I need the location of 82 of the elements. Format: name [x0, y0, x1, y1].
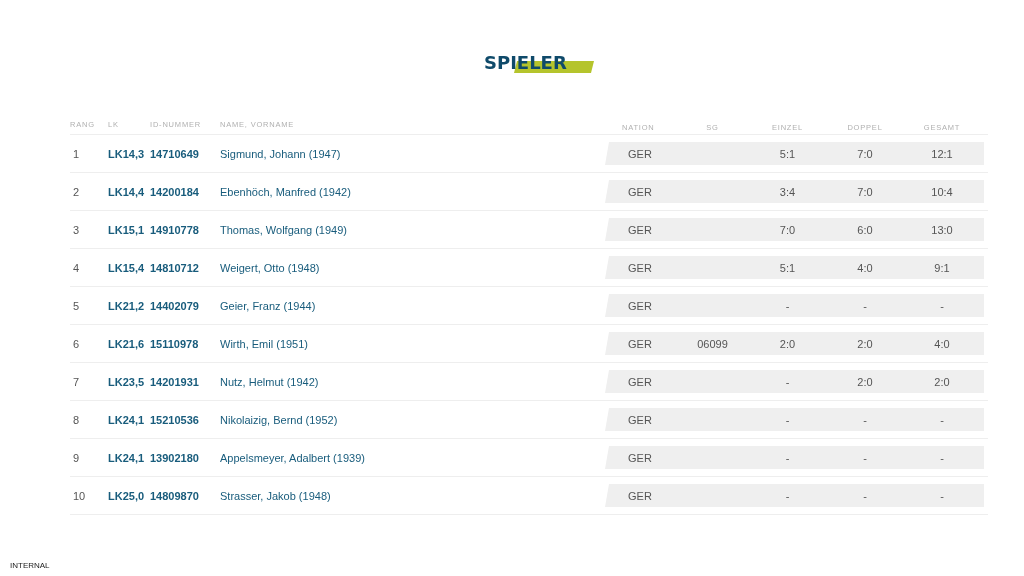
player-name-link[interactable]: Nikolaizig, Bernd (1952)	[220, 413, 605, 426]
nation-cell-text: GER	[627, 299, 653, 312]
id-cell-text: 14710649	[150, 147, 200, 160]
doubles-cell: 6:0	[857, 223, 873, 236]
doubles-cell: -	[863, 451, 867, 464]
total-cell: 13:0	[931, 223, 953, 236]
lk-cell-text: LK21,2	[108, 299, 146, 312]
doubles-cell: 2:0	[857, 337, 873, 350]
nation-cell-text: GER	[627, 223, 653, 236]
player-name-link[interactable]: Appelsmeyer, Adalbert (1939)	[220, 451, 605, 464]
lk-cell-text: LK24,1	[108, 413, 146, 426]
singles-cell: 7:0	[779, 223, 796, 236]
player-name-link[interactable]: Sigmund, Johann (1947)	[220, 147, 605, 160]
singles-cell: 2:0	[779, 337, 796, 350]
player-name-link[interactable]: Strasser, Jakob (1948)	[220, 489, 605, 502]
lk-cell-text: LK14,4	[108, 185, 146, 198]
nation-cell-text: GER	[627, 261, 653, 274]
id-cell-text: 14910778	[150, 223, 200, 236]
total-cell: 4:0	[934, 337, 950, 350]
rank-cell-text: 6	[72, 337, 81, 350]
singles-cell: 3:4	[779, 185, 796, 198]
doubles-cell: -	[863, 299, 867, 312]
nation-cell-text: GER	[627, 451, 653, 464]
singles-cell: 5:1	[779, 147, 796, 160]
doubles-cell: -	[863, 489, 867, 502]
total-cell: 12:1	[931, 147, 953, 160]
rank-cell-text: 3	[72, 223, 81, 236]
total-cell: -	[940, 299, 944, 312]
player-name-link[interactable]: Nutz, Helmut (1942)	[220, 375, 605, 388]
rank-cell-text: 7	[72, 375, 81, 388]
id-cell-text: 14200184	[150, 185, 200, 198]
doubles-cell: -	[863, 413, 867, 426]
lk-cell-text: LK24,1	[108, 451, 146, 464]
doubles-cell: 7:0	[857, 185, 873, 198]
id-cell-text: 14402079	[150, 299, 200, 312]
singles-cell: -	[785, 489, 790, 502]
rank-cell-text: 1	[72, 147, 81, 160]
rank-cell-text: 4	[72, 261, 81, 274]
lk-cell-text: LK21,6	[108, 337, 146, 350]
total-cell: -	[940, 413, 944, 426]
singles-cell: 5:1	[779, 261, 796, 274]
player-name-link[interactable]: Ebenhöch, Manfred (1942)	[220, 185, 605, 198]
lk-cell-text: LK14,3	[108, 147, 146, 160]
player-name-link[interactable]: Geier, Franz (1944)	[220, 299, 605, 312]
total-cell: -	[940, 489, 944, 502]
singles-cell: -	[785, 299, 790, 312]
id-cell-text: 13902180	[150, 451, 200, 464]
total-cell: -	[940, 451, 944, 464]
classification-label: INTERNAL	[10, 561, 50, 570]
rank-cell-text: 9	[72, 451, 81, 464]
nation-cell-text: GER	[627, 489, 653, 502]
doubles-cell: 7:0	[857, 147, 873, 160]
total-cell: 10:4	[931, 185, 953, 198]
nation-cell-text: GER	[627, 337, 653, 350]
rank-cell-text: 8	[72, 413, 81, 426]
sg-cell: 06099	[697, 337, 728, 350]
player-name-link[interactable]: Wirth, Emil (1951)	[220, 337, 605, 350]
rank-cell-text: 2	[72, 185, 81, 198]
player-name-link[interactable]: Weigert, Otto (1948)	[220, 261, 605, 274]
nation-cell-text: GER	[627, 147, 653, 160]
nation-cell-text: GER	[627, 185, 653, 198]
singles-cell: -	[785, 413, 790, 426]
nation-cell-text: GER	[627, 413, 653, 426]
singles-cell: -	[785, 375, 790, 388]
lk-cell-text: LK15,1	[108, 223, 146, 236]
rank-cell-text: 10	[72, 489, 87, 502]
id-cell-text: 14201931	[150, 375, 200, 388]
player-name-link[interactable]: Thomas, Wolfgang (1949)	[220, 223, 605, 236]
lk-cell-text: LK25,0	[108, 489, 146, 502]
id-cell-text: 15110978	[150, 337, 200, 350]
id-cell-text: 15210536	[150, 413, 200, 426]
id-cell-text: 14809870	[150, 489, 200, 502]
lk-cell-text: LK23,5	[108, 375, 146, 388]
doubles-cell: 2:0	[857, 375, 873, 388]
total-cell: 9:1	[934, 261, 950, 274]
doubles-cell: 4:0	[857, 261, 873, 274]
rank-cell-text: 5	[72, 299, 81, 312]
total-cell: 2:0	[934, 375, 950, 388]
singles-cell: -	[785, 451, 790, 464]
id-cell-text: 14810712	[150, 261, 200, 274]
nation-cell-text: GER	[627, 375, 653, 388]
lk-cell-text: LK15,4	[108, 261, 146, 274]
